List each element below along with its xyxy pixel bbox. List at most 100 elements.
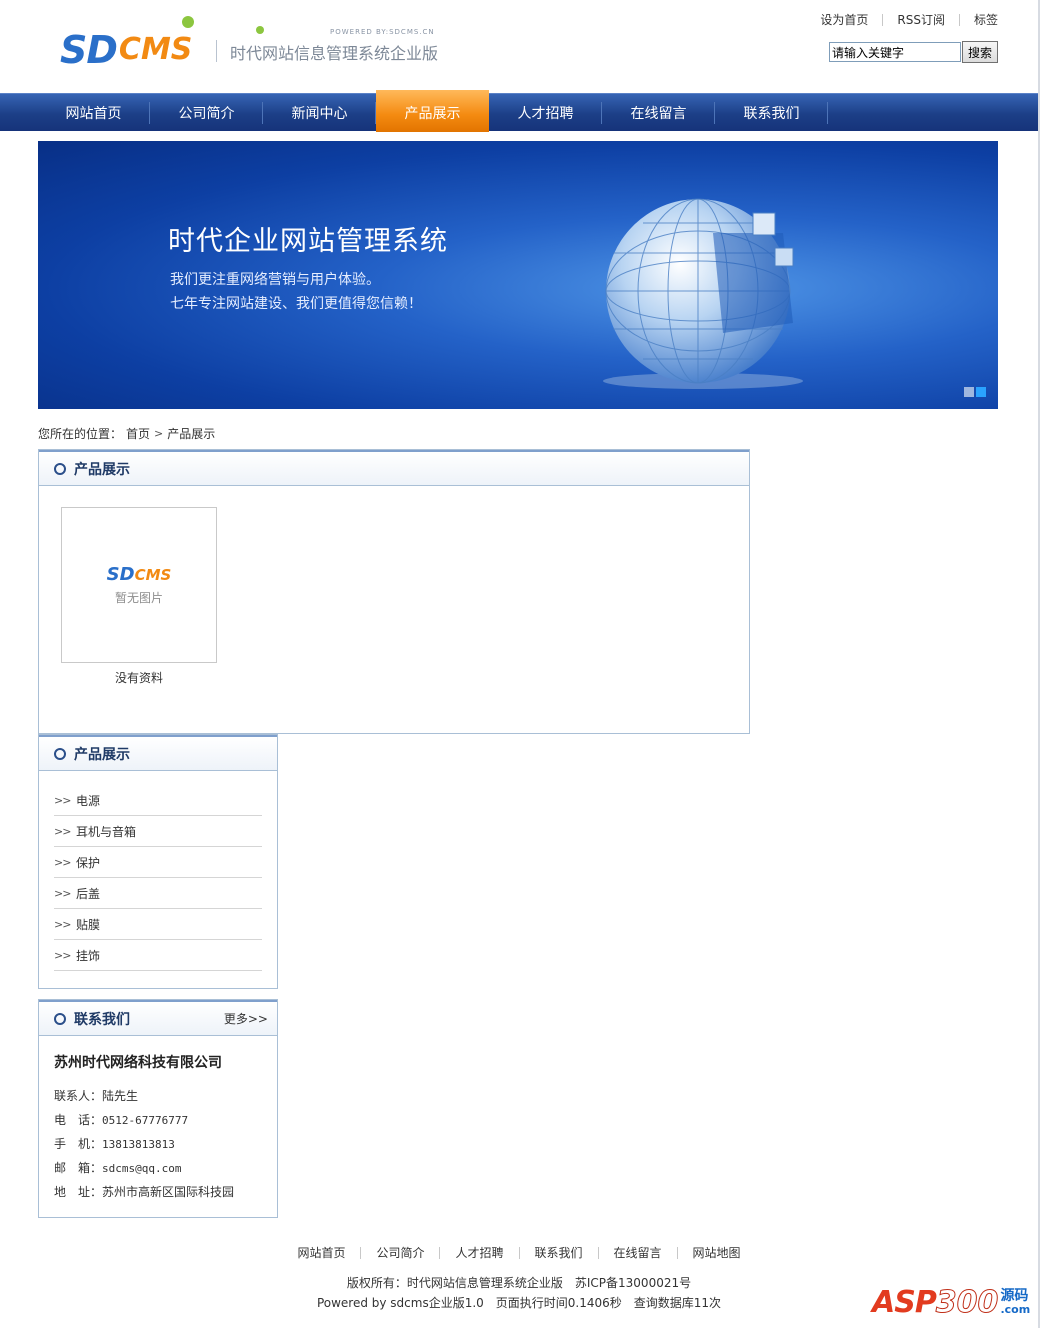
set-homepage-link[interactable]: 设为首页 (806, 11, 882, 28)
category-label: 耳机与音箱 (76, 824, 137, 839)
breadcrumb-label: 您所在的位置： (38, 427, 123, 441)
category-item[interactable]: >> 挂饰 (54, 940, 262, 971)
contact-row: 电 话：0512-67776777 (54, 1108, 262, 1132)
panel-header: 产品展示 (39, 735, 277, 771)
circle-bullet-icon (54, 747, 66, 760)
footer-link-about[interactable]: 公司简介 (361, 1244, 439, 1261)
footer-link-contact[interactable]: 联系我们 (520, 1244, 598, 1261)
rss-link[interactable]: RSS订阅 (883, 11, 959, 28)
double-chevron-right-icon: >> (54, 824, 71, 838)
search-box: 搜索 (829, 41, 998, 63)
footer-links: 网站首页 公司简介 人才招聘 联系我们 在线留言 网站地图 (0, 1244, 1038, 1261)
banner-pager-dot-active[interactable] (976, 387, 986, 397)
double-chevron-right-icon: >> (54, 793, 71, 807)
panel-title: 联系我们 (74, 1011, 130, 1028)
watermark-logo: ASP 300 源码 .com (872, 1285, 1030, 1320)
panel-header: 产品展示 (39, 450, 749, 486)
logo-sd-text: SD (60, 28, 118, 72)
logo-cms-text: CMS (118, 32, 193, 67)
page-edge (1038, 0, 1040, 1328)
double-chevron-right-icon: >> (54, 886, 71, 900)
placeholder-logo-cms: CMS (134, 566, 172, 584)
contact-label: 地 址： (54, 1185, 103, 1199)
double-chevron-right-icon: >> (54, 917, 71, 931)
category-item[interactable]: >> 后盖 (54, 878, 262, 909)
category-panel: 产品展示 >> 电源 >> 耳机与音箱 >> 保护 >> 后盖 >> 贴膜 >> 挂饰 (38, 734, 278, 989)
category-list: >> 电源 >> 耳机与音箱 >> 保护 >> 后盖 >> 贴膜 >> 挂饰 (39, 771, 277, 971)
more-link[interactable]: 更多>> (224, 1010, 268, 1027)
double-chevron-right-icon: >> (54, 855, 71, 869)
company-name: 苏州时代网络科技有限公司 (54, 1055, 222, 1071)
powered-by-label: POWERED BY:SDCMS.CN (330, 28, 435, 36)
banner[interactable]: 时代企业网站管理系统 我们更注重网络营销与用户体验。 七年专注网站建设、我们更值… (38, 141, 998, 409)
contact-row: 手 机：13813813813 (54, 1132, 262, 1156)
contact-label: 电 话： (54, 1113, 103, 1127)
breadcrumb: 您所在的位置： 首页 > 产品展示 (38, 425, 215, 442)
banner-pager-dot[interactable] (964, 387, 974, 397)
footer-link-jobs[interactable]: 人才招聘 (440, 1244, 518, 1261)
logo-divider (216, 40, 217, 62)
circle-bullet-icon (54, 462, 66, 475)
footer-link-guestbook[interactable]: 在线留言 (599, 1244, 677, 1261)
contact-row: 地 址：苏州市高新区国际科技园 (54, 1180, 262, 1204)
banner-text-line: 我们更注重网络营销与用户体验。 (170, 272, 380, 288)
contact-label: 邮 箱： (54, 1161, 103, 1175)
category-label: 后盖 (76, 886, 101, 901)
contact-value: 苏州市高新区国际科技园 (102, 1185, 235, 1199)
top-links: 设为首页 RSS订阅 标签 (806, 11, 998, 28)
contact-label: 联系人： (54, 1089, 103, 1103)
category-item[interactable]: >> 耳机与音箱 (54, 816, 262, 847)
watermark-300: 300 (935, 1285, 999, 1320)
banner-title: 时代企业网站管理系统 (168, 226, 448, 257)
site-logo[interactable]: SD CMS (60, 16, 264, 72)
placeholder-logo-sd: SD (106, 564, 135, 585)
category-label: 贴膜 (76, 917, 101, 932)
breadcrumb-home-link[interactable]: 首页 (126, 425, 150, 442)
nav-item-news[interactable]: 新闻中心 (263, 94, 376, 132)
contact-value: sdcms@qq.com (102, 1162, 182, 1175)
watermark-yuan: 源码 (1000, 1288, 1029, 1304)
footer-link-home[interactable]: 网站首页 (282, 1244, 360, 1261)
nav-item-products[interactable]: 产品展示 (376, 90, 489, 132)
watermark-com: .com (1000, 1303, 1031, 1316)
contact-row: 联系人：陆先生 (54, 1084, 262, 1108)
nav-item-contact[interactable]: 联系我们 (715, 94, 828, 132)
banner-text-line: 七年专注网站建设、我们更值得您信赖！ (170, 296, 422, 312)
nav-item-about[interactable]: 公司简介 (150, 94, 263, 132)
breadcrumb-separator: > (154, 427, 164, 440)
footer-link-sitemap[interactable]: 网站地图 (678, 1244, 756, 1261)
category-label: 保护 (76, 855, 101, 870)
no-image-text: 暂无图片 (114, 591, 163, 605)
contact-value: 13813813813 (102, 1138, 175, 1151)
category-item[interactable]: >> 保护 (54, 847, 262, 878)
category-item[interactable]: >> 贴膜 (54, 909, 262, 940)
category-label: 挂饰 (76, 948, 101, 963)
nav-item-home[interactable]: 网站首页 (37, 94, 150, 132)
double-chevron-right-icon: >> (54, 948, 71, 962)
circle-bullet-icon (54, 1012, 66, 1025)
placeholder-logo: SDCMS (107, 564, 172, 585)
contact-row: 邮 箱：sdcms@qq.com (54, 1156, 262, 1180)
tags-link[interactable]: 标签 (960, 11, 998, 28)
site-slogan: 时代网站信息管理系统企业版 (230, 44, 439, 63)
watermark-asp: ASP (872, 1285, 937, 1320)
logo-figure-icon (256, 26, 264, 34)
search-input[interactable] (829, 42, 961, 62)
nav-item-guestbook[interactable]: 在线留言 (602, 94, 715, 132)
panel-title: 产品展示 (74, 461, 130, 478)
search-button[interactable]: 搜索 (962, 41, 998, 63)
category-label: 电源 (76, 793, 101, 808)
product-caption[interactable]: 没有资料 (61, 669, 217, 686)
main-nav: 网站首页 公司简介 新闻中心 产品展示 人才招聘 在线留言 联系我们 (0, 90, 1038, 132)
breadcrumb-current: 产品展示 (167, 427, 216, 441)
globe-illustration (603, 198, 803, 389)
panel-header: 联系我们 更多>> (39, 1000, 277, 1036)
banner-pager (964, 387, 986, 397)
product-thumbnail[interactable]: SDCMS 暂无图片 (61, 507, 217, 663)
watermark-side: 源码 .com (1000, 1288, 1030, 1316)
product-panel: 产品展示 SDCMS 暂无图片 没有资料 (38, 449, 750, 734)
contact-value: 陆先生 (102, 1089, 139, 1103)
nav-item-jobs[interactable]: 人才招聘 (489, 94, 602, 132)
contact-label: 手 机： (54, 1137, 103, 1151)
category-item[interactable]: >> 电源 (54, 785, 262, 816)
